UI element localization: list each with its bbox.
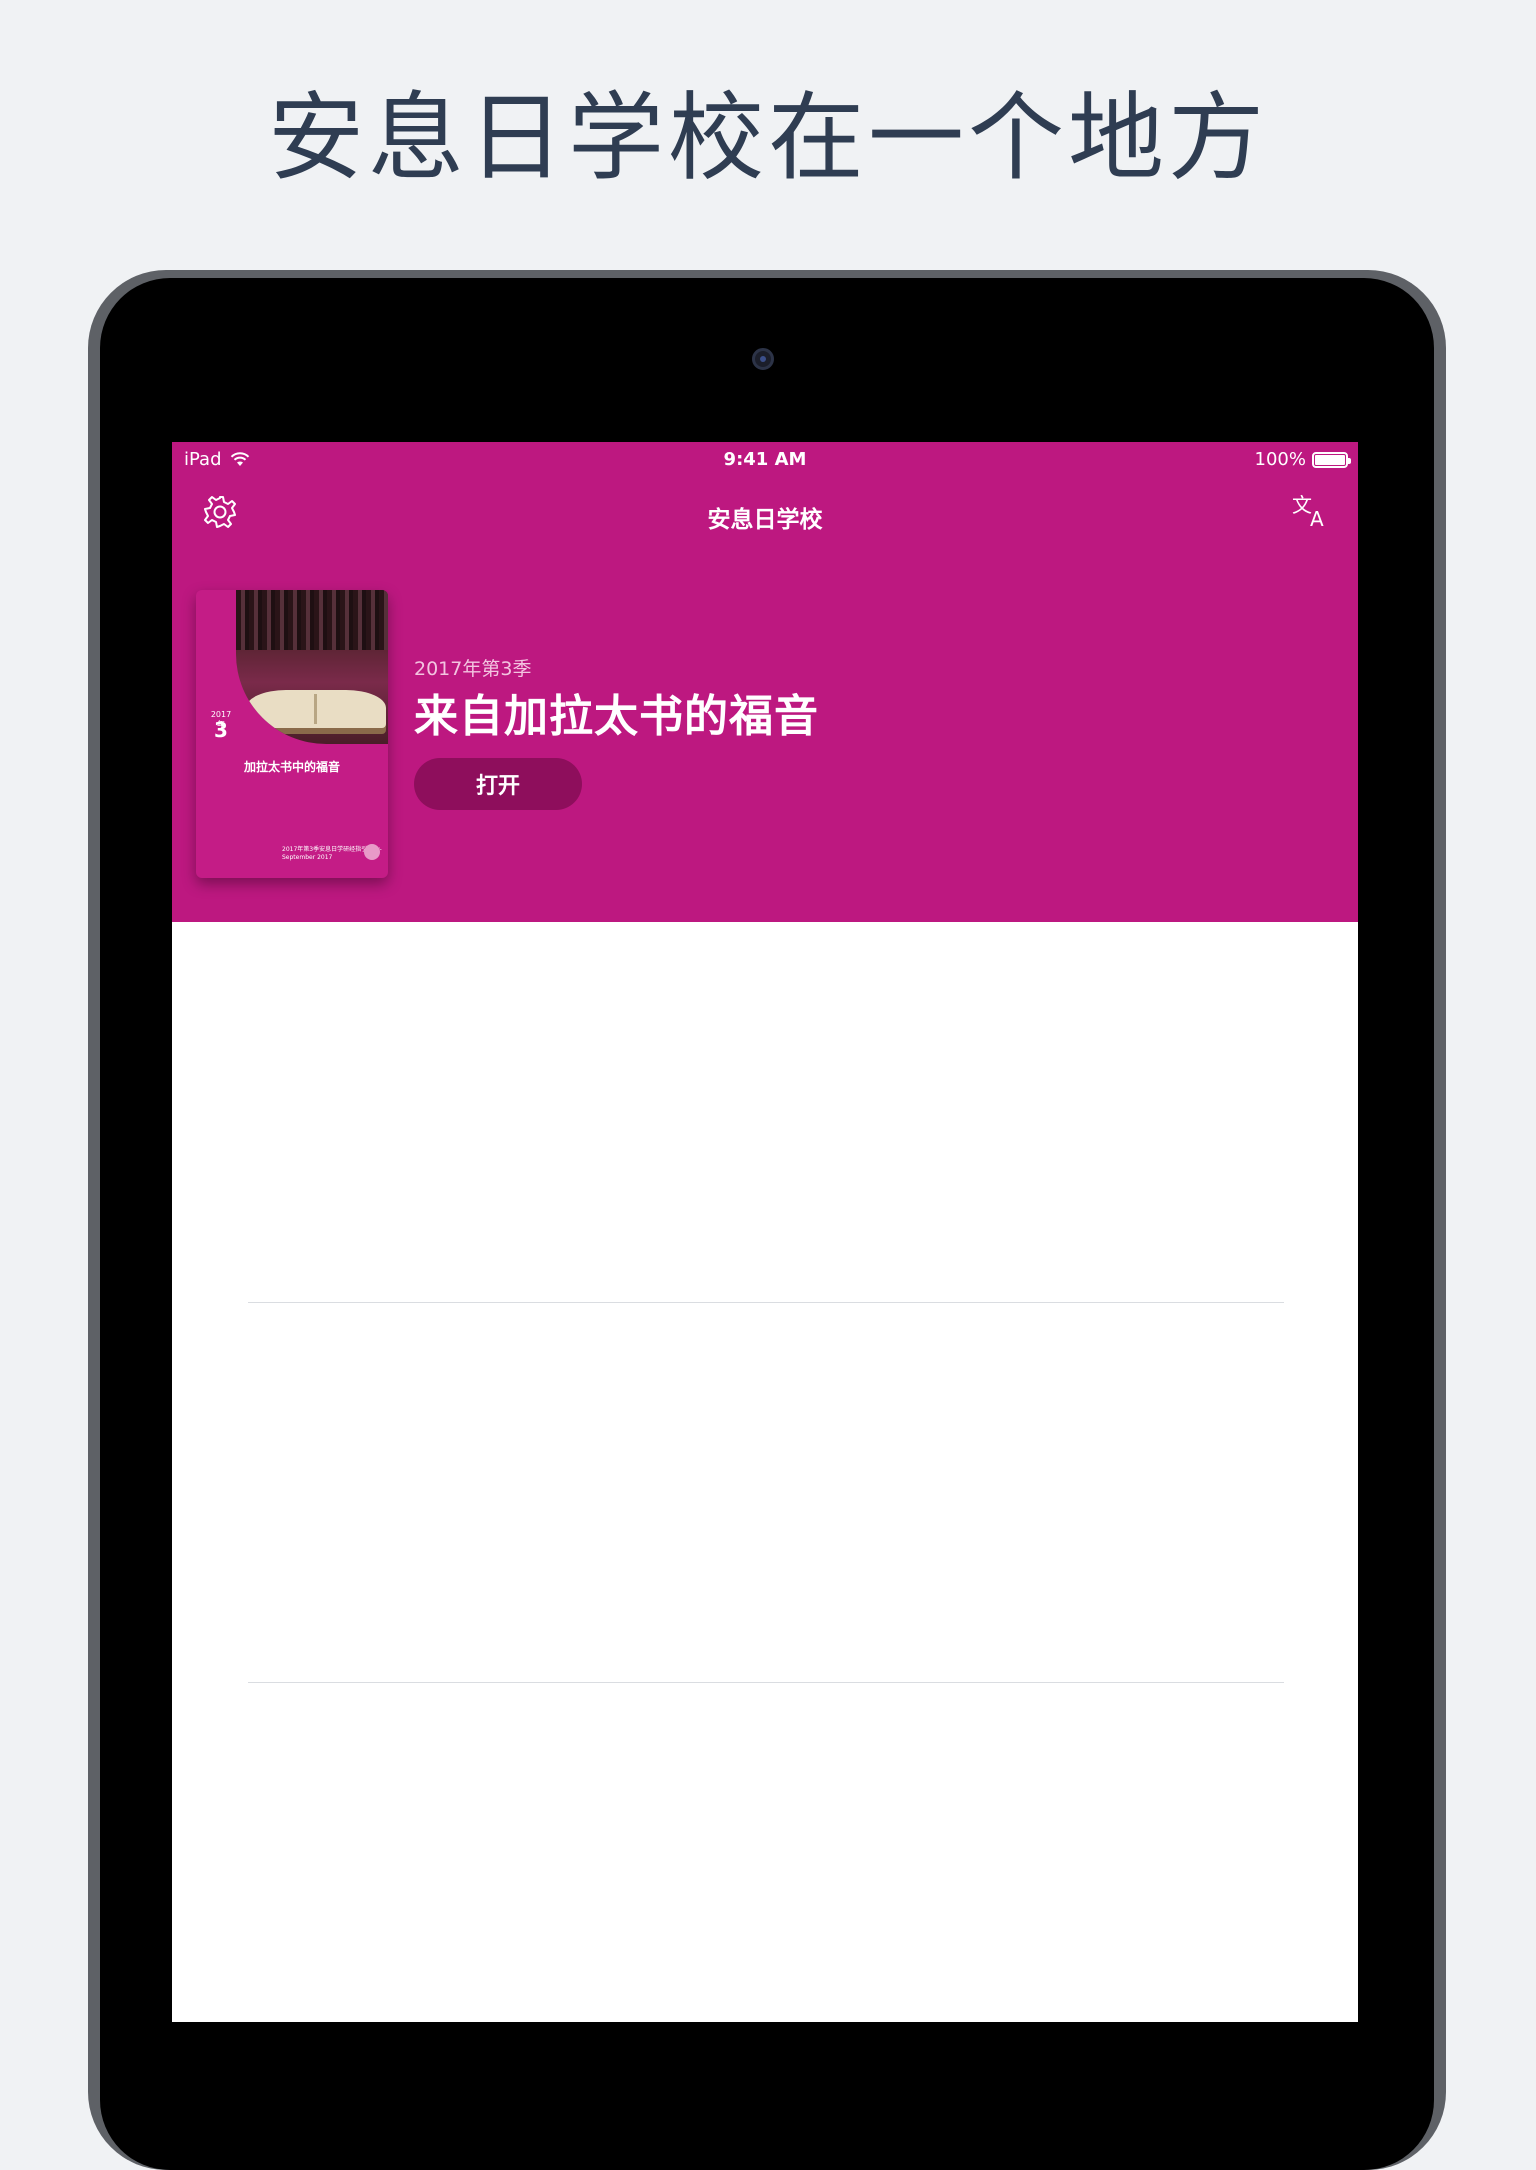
battery-percent: 100% bbox=[1254, 449, 1306, 470]
publisher-logo-icon bbox=[364, 844, 380, 860]
status-time: 9:41 AM bbox=[723, 449, 807, 470]
status-bar: iPad 9:41 AM 100% bbox=[172, 442, 1358, 478]
quarter-title: 来自加拉太书的福音 bbox=[414, 691, 819, 742]
cover-photo bbox=[236, 590, 388, 744]
list-item[interactable] bbox=[172, 1683, 1358, 2022]
open-button[interactable]: 打开 bbox=[414, 758, 582, 810]
nav-bar: 安息日学校 文 A bbox=[172, 482, 1358, 542]
page-headline: 安息日学校在一个地方 bbox=[268, 82, 1268, 194]
front-camera bbox=[752, 348, 774, 370]
nav-title: 安息日学校 bbox=[707, 507, 823, 533]
svg-text:文: 文 bbox=[1292, 493, 1312, 517]
app-screen: iPad 9:41 AM 100% 安息日学校 文 A 2017年 3 加拉太书… bbox=[172, 442, 1358, 2022]
quarter-label: 2017年第3季 bbox=[414, 658, 532, 680]
list-item[interactable] bbox=[172, 922, 1358, 1302]
cover-number: 3 bbox=[214, 718, 228, 742]
svg-text:A: A bbox=[1310, 507, 1324, 531]
quarterly-cover[interactable]: 2017年 3 加拉太书中的福音 2017年第3季安息日学研经指引 July-S… bbox=[196, 590, 388, 878]
list-item[interactable] bbox=[172, 1303, 1358, 1683]
cover-subtitle: 加拉太书中的福音 bbox=[244, 760, 341, 774]
battery-icon bbox=[1312, 451, 1351, 468]
translate-icon[interactable]: 文 A bbox=[1290, 492, 1330, 532]
status-right: 100% bbox=[1254, 449, 1351, 470]
header-banner: iPad 9:41 AM 100% 安息日学校 文 A 2017年 3 加拉太书… bbox=[172, 442, 1358, 922]
